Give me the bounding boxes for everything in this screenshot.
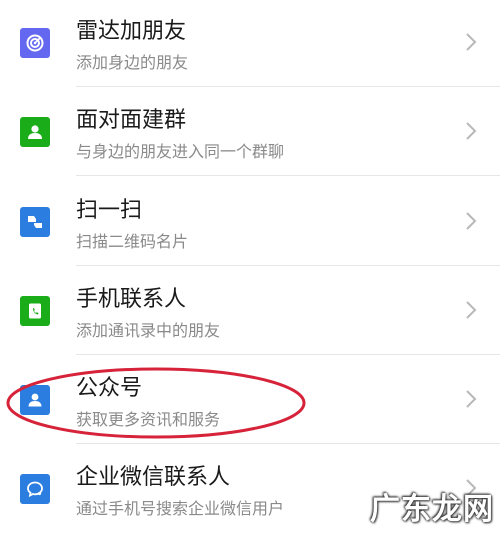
divider <box>76 175 500 176</box>
item-title: 雷达加朋友 <box>76 19 187 44</box>
item-subtitle: 获取更多资讯和服务 <box>76 410 221 429</box>
chevron-right-icon <box>466 390 477 408</box>
list-item-face-to-face-group[interactable]: 面对面建群 与身边的朋友进入同一个群聊 <box>0 87 500 176</box>
face-to-face-group-icon <box>20 117 50 147</box>
list-item-phone-contacts[interactable]: 手机联系人 添加通讯录中的朋友 <box>0 266 500 355</box>
chevron-right-icon <box>466 301 477 319</box>
list-item-radar[interactable]: 雷达加朋友 添加身边的朋友 <box>0 0 500 87</box>
list-item-wecom-contacts[interactable]: 企业微信联系人 通过手机号搜索企业微信用户 <box>0 444 500 533</box>
item-title: 面对面建群 <box>76 108 187 133</box>
add-friends-list: 雷达加朋友 添加身边的朋友 面对面建群 与身边的朋友进入同一个群聊 扫一扫 扫描… <box>0 0 500 532</box>
chevron-right-icon <box>466 479 477 497</box>
item-title: 公众号 <box>76 376 143 401</box>
official-accounts-icon <box>20 385 50 415</box>
item-title: 扫一扫 <box>76 198 143 223</box>
phone-contacts-icon <box>20 296 50 326</box>
item-subtitle: 添加通讯录中的朋友 <box>76 321 221 340</box>
item-title: 企业微信联系人 <box>76 465 231 490</box>
list-item-scan[interactable]: 扫一扫 扫描二维码名片 <box>0 177 500 266</box>
chevron-right-icon <box>466 122 477 140</box>
list-item-official-accounts[interactable]: 公众号 获取更多资讯和服务 <box>0 355 500 444</box>
item-subtitle: 扫描二维码名片 <box>76 232 189 251</box>
wecom-contacts-icon <box>20 474 50 504</box>
item-subtitle: 通过手机号搜索企业微信用户 <box>76 499 285 518</box>
item-subtitle: 与身边的朋友进入同一个群聊 <box>76 142 285 161</box>
scan-icon <box>20 207 50 237</box>
chevron-right-icon <box>466 33 477 51</box>
radar-icon <box>20 28 50 58</box>
item-subtitle: 添加身边的朋友 <box>76 53 189 72</box>
item-title: 手机联系人 <box>76 287 187 312</box>
chevron-right-icon <box>466 212 477 230</box>
